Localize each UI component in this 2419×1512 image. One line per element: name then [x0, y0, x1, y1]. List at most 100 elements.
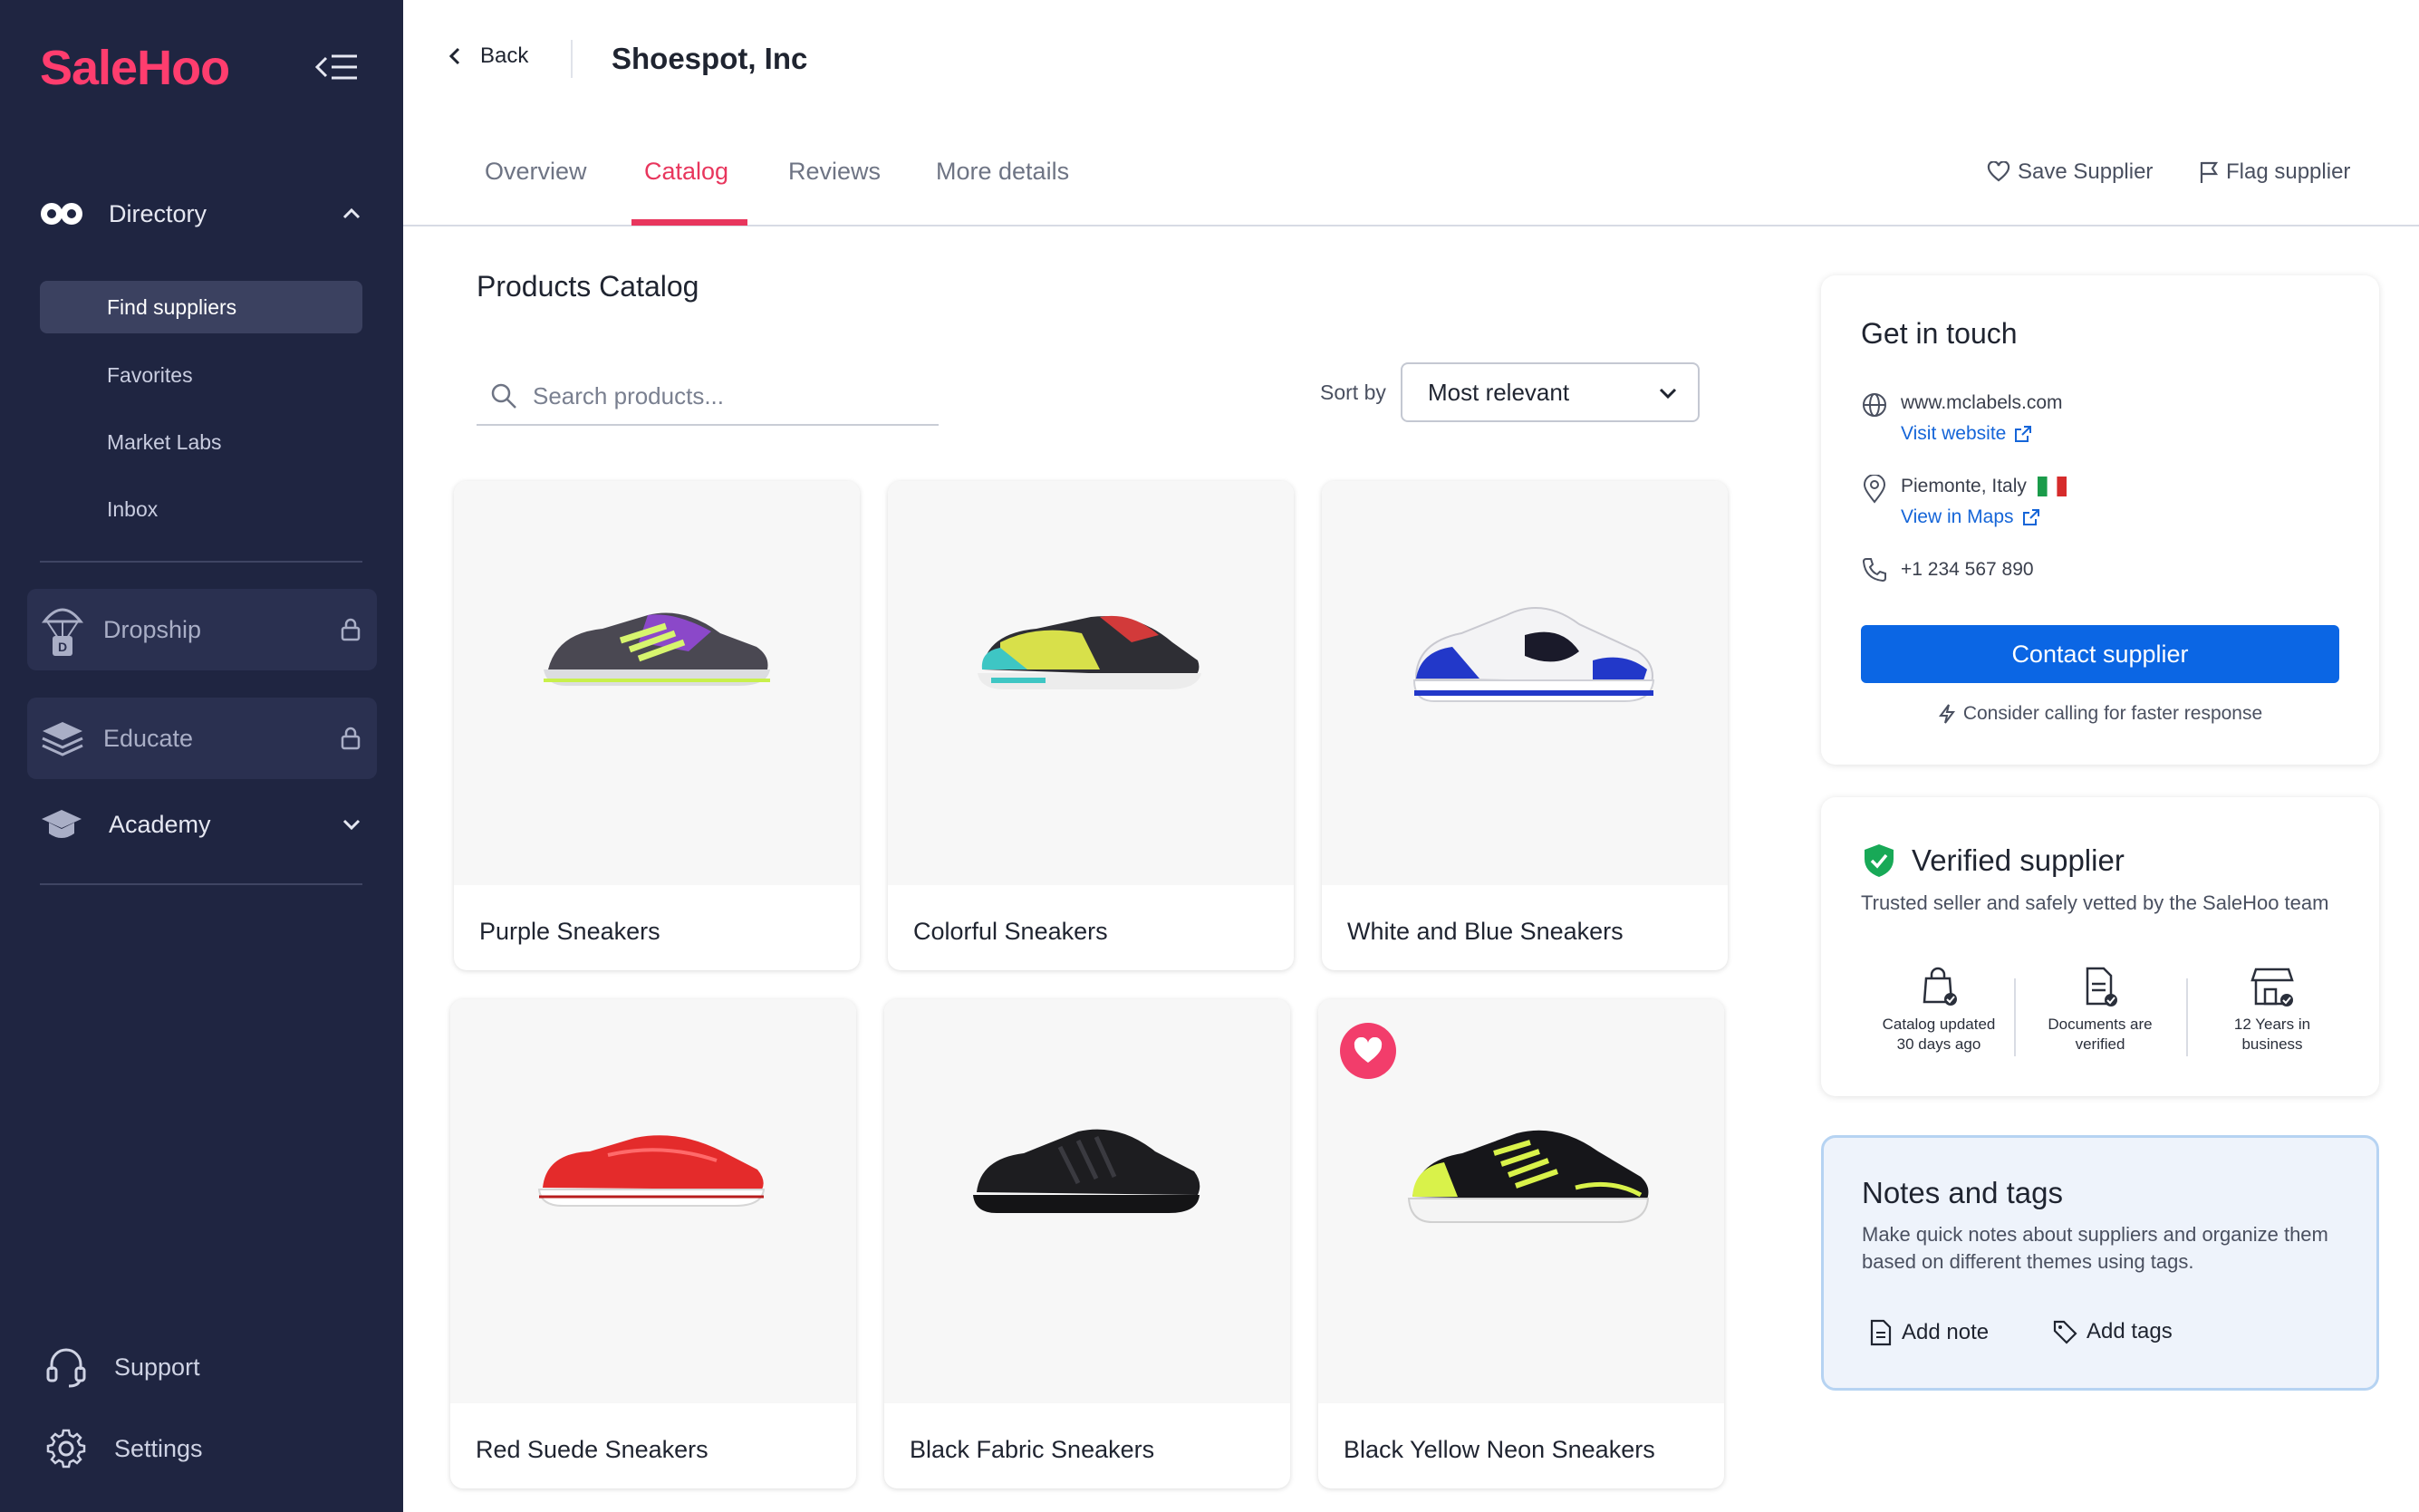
product-image: [1322, 481, 1728, 885]
badge-documents-line2: verified: [2075, 1035, 2125, 1053]
back-label: Back: [480, 43, 529, 68]
add-note-button[interactable]: Add note: [1869, 1319, 1989, 1346]
notes-description: Make quick notes about suppliers and org…: [1862, 1223, 2328, 1273]
sidebar-divider: [40, 883, 362, 885]
view-in-maps-link[interactable]: View in Maps: [1901, 502, 2041, 533]
product-card-black-fabric-sneakers[interactable]: Black Fabric Sneakers: [884, 999, 1290, 1488]
badge-documents-line1: Documents are: [2048, 1016, 2153, 1033]
product-name: White and Blue Sneakers: [1347, 918, 1624, 945]
phone-row: +1 234 567 890: [1861, 554, 2034, 585]
sidebar-dropship-label: Dropship: [103, 615, 202, 643]
lightning-icon: [1938, 704, 1955, 724]
sneaker-image: [544, 612, 770, 686]
sidebar-academy[interactable]: Academy: [40, 797, 362, 852]
headset-icon: [46, 1348, 86, 1388]
add-tags-label: Add tags: [2087, 1319, 2173, 1343]
tab-overview[interactable]: Overview: [485, 158, 587, 213]
product-card-black-yellow-neon-sneakers[interactable]: Black Yellow Neon Sneakers: [1318, 999, 1724, 1488]
italy-flag-icon: [2037, 477, 2067, 496]
product-card-purple-sneakers[interactable]: Purple Sneakers: [454, 481, 860, 970]
product-card-colorful-sneakers[interactable]: Colorful Sneakers: [888, 481, 1294, 970]
badge-catalog-updated: Catalog updated 30 days ago: [1862, 966, 2016, 1055]
tab-reviews[interactable]: Reviews: [788, 158, 881, 213]
product-name: Purple Sneakers: [479, 918, 660, 945]
sidebar-item-market-labs[interactable]: Market Labs: [40, 416, 362, 468]
lock-icon: [341, 727, 361, 750]
tab-catalog[interactable]: Catalog: [644, 158, 728, 213]
sidebar: SaleHoo Directory Find suppliers Favorit…: [0, 0, 403, 1512]
sidebar-educate-label: Educate: [103, 724, 194, 752]
product-image: [454, 481, 860, 885]
badge-catalog-line1: Catalog updated: [1882, 1016, 1996, 1033]
collapse-sidebar-icon[interactable]: [313, 51, 359, 83]
favorite-button[interactable]: [1340, 1023, 1396, 1079]
gear-icon: [46, 1429, 86, 1469]
sidebar-academy-label: Academy: [109, 810, 211, 838]
sidebar-directory[interactable]: Directory: [40, 187, 362, 241]
parachute-box-icon: D: [41, 608, 84, 656]
verified-title: Verified supplier: [1912, 843, 2125, 877]
salehoo-logo[interactable]: SaleHoo: [40, 40, 230, 96]
sidebar-dropship[interactable]: D Dropship: [27, 589, 377, 670]
verified-supplier-panel: Verified supplier Trusted seller and saf…: [1821, 797, 2379, 1096]
get-in-touch-panel: Get in touch www.mclabels.com Visit webs…: [1821, 275, 2379, 765]
sort-select[interactable]: Most relevant: [1401, 362, 1700, 422]
save-supplier-label: Save Supplier: [2018, 159, 2154, 184]
visit-website-link[interactable]: Visit website: [1901, 419, 2033, 449]
heart-filled-icon: [1354, 1037, 1383, 1063]
chevron-down-icon: [342, 819, 361, 831]
badge-divider: [2186, 978, 2188, 1056]
product-card-white-blue-sneakers[interactable]: White and Blue Sneakers: [1322, 481, 1728, 970]
document-check-icon: [2086, 967, 2117, 1006]
lock-icon: [341, 618, 361, 641]
verified-header: Verified supplier: [1863, 843, 2125, 879]
search-icon: [491, 383, 516, 409]
notes-title: Notes and tags: [1862, 1176, 2063, 1209]
sidebar-educate[interactable]: Educate: [27, 698, 377, 779]
external-link-icon: [2015, 426, 2032, 442]
external-link-icon: [2022, 509, 2039, 525]
sidebar-item-inbox[interactable]: Inbox: [40, 483, 362, 535]
save-supplier-button[interactable]: Save Supplier: [1987, 159, 2153, 185]
sidebar-support-label: Support: [114, 1353, 200, 1381]
sidebar-item-favorites[interactable]: Favorites: [40, 349, 362, 401]
calling-hint: Consider calling for faster response: [1821, 703, 2379, 725]
sidebar-item-find-suppliers[interactable]: Find suppliers: [40, 281, 362, 333]
sneaker-image: [537, 1135, 766, 1207]
sidebar-support[interactable]: Support: [45, 1346, 200, 1388]
badge-years-line1: 12 Years in: [2233, 1016, 2311, 1033]
visit-website-label: Visit website: [1901, 423, 2007, 444]
flag-supplier-button[interactable]: Flag supplier: [2199, 159, 2350, 185]
badge-catalog-line2: 30 days ago: [1896, 1035, 1981, 1053]
back-button[interactable]: Back: [448, 43, 528, 69]
product-name: Black Fabric Sneakers: [910, 1436, 1155, 1463]
verified-description: Trusted seller and safely vetted by the …: [1861, 891, 2329, 914]
flag-icon: [2200, 161, 2219, 183]
active-tab-indicator: [631, 219, 747, 226]
search-input[interactable]: [533, 381, 922, 410]
sneaker-image: [1412, 607, 1655, 702]
product-image: [884, 999, 1290, 1403]
header-divider: [571, 40, 573, 78]
badge-documents-verified: Documents are verified: [2023, 966, 2177, 1055]
chevron-up-icon: [342, 207, 361, 219]
tab-more-details[interactable]: More details: [936, 158, 1069, 213]
phone-text: +1 234 567 890: [1901, 559, 2034, 580]
product-name: Black Yellow Neon Sneakers: [1344, 1436, 1655, 1463]
sort-by-label: Sort by: [1320, 380, 1386, 404]
flag-supplier-label: Flag supplier: [2226, 159, 2351, 184]
sort-select-value: Most relevant: [1428, 378, 1570, 406]
badge-years-in-business: 12 Years in business: [2195, 966, 2349, 1055]
sidebar-settings[interactable]: Settings: [45, 1428, 203, 1469]
add-tags-button[interactable]: Add tags: [2052, 1319, 2173, 1344]
location-text: Piemonte, Italy: [1901, 476, 2027, 496]
notes-and-tags-panel: Notes and tags Make quick notes about su…: [1821, 1135, 2379, 1391]
sidebar-directory-label: Directory: [109, 199, 207, 227]
calling-hint-text: Consider calling for faster response: [1962, 703, 2263, 724]
tab-bar: Overview Catalog Reviews More details Sa…: [403, 145, 2419, 226]
badge-years-line2: business: [2241, 1035, 2303, 1053]
note-icon: [1870, 1319, 1892, 1346]
sneaker-image: [973, 1129, 1200, 1213]
contact-supplier-button[interactable]: Contact supplier: [1861, 625, 2339, 683]
product-card-red-suede-sneakers[interactable]: Red Suede Sneakers: [450, 999, 856, 1488]
